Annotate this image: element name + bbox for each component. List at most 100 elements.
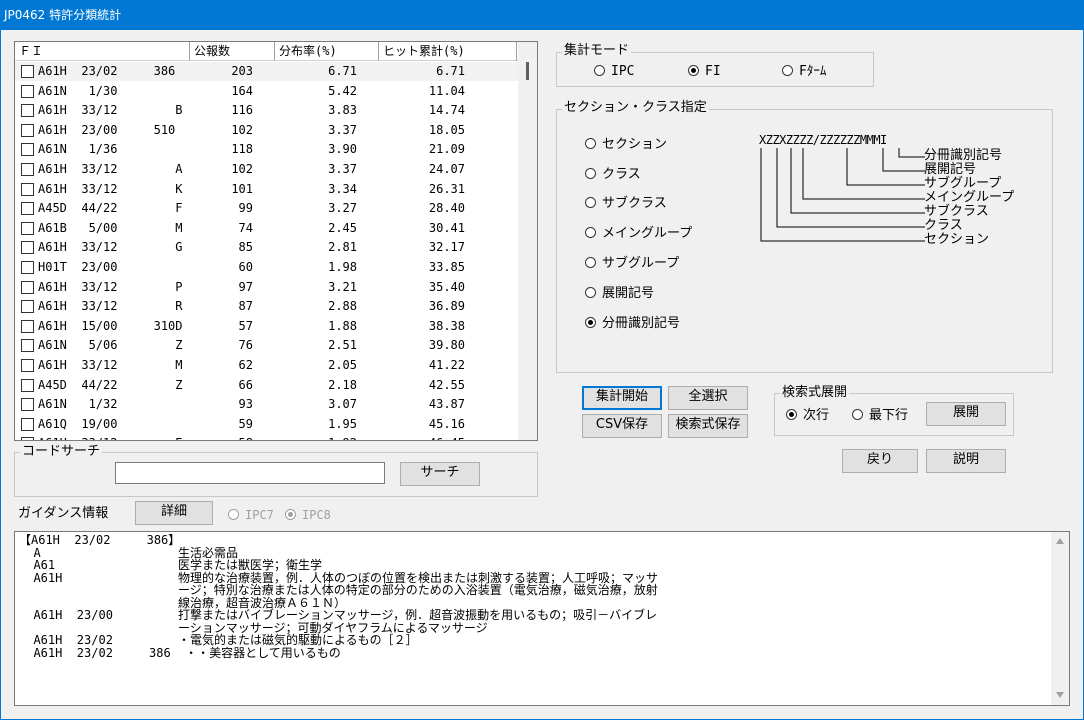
col-rate[interactable]: 分布率(%) bbox=[275, 42, 379, 61]
section-radio-subclass[interactable]: サブクラス bbox=[585, 196, 667, 211]
scroll-down-icon[interactable] bbox=[1056, 692, 1064, 698]
select-all-button[interactable]: 全選択 bbox=[668, 386, 748, 410]
cum-cell: 46.45 bbox=[429, 434, 465, 440]
fi-code: A61H 23/00 510 bbox=[38, 122, 176, 137]
fi-code: A61B 5/00 M bbox=[38, 220, 183, 235]
csv-save-button[interactable]: CSV保存 bbox=[582, 414, 662, 438]
row-checkbox[interactable] bbox=[21, 359, 34, 372]
rate-cell: 3.07 bbox=[328, 397, 357, 412]
row-checkbox[interactable] bbox=[21, 261, 34, 274]
guidance-label: ガイダンス情報 bbox=[18, 506, 109, 521]
help-button[interactable]: 説明 bbox=[926, 449, 1006, 473]
fi-code: A45D 44/22 F bbox=[38, 201, 183, 216]
radio-icon bbox=[594, 65, 605, 76]
section-radio-volume[interactable]: 分冊識別記号 bbox=[585, 316, 680, 331]
count-cell: 164 bbox=[231, 83, 253, 98]
row-checkbox[interactable] bbox=[21, 202, 34, 216]
detail-button[interactable]: 詳細 bbox=[135, 501, 213, 525]
table-row[interactable]: A45D 44/22 F 99 3.27 28.40 bbox=[15, 199, 518, 218]
row-checkbox[interactable] bbox=[21, 65, 34, 78]
table-row[interactable]: A61H 33/12 B 116 3.83 14.74 bbox=[15, 101, 518, 120]
row-checkbox[interactable] bbox=[21, 339, 34, 353]
radio-icon bbox=[228, 509, 239, 520]
table-row[interactable]: A61B 5/00 M 74 2.45 30.41 bbox=[15, 219, 518, 238]
section-radio-section[interactable]: セクション bbox=[585, 137, 667, 152]
row-checkbox[interactable] bbox=[21, 437, 34, 440]
fi-list[interactable]: ＦＩ 公報数 分布率(%) ヒット累計(%) A61H 23/02 386 203… bbox=[14, 41, 538, 441]
row-checkbox[interactable] bbox=[21, 104, 34, 118]
row-checkbox[interactable] bbox=[21, 123, 34, 137]
table-row[interactable]: A61N 5/06 Z 76 2.51 39.80 bbox=[15, 336, 518, 355]
count-cell: 101 bbox=[231, 181, 253, 196]
row-checkbox[interactable] bbox=[21, 398, 34, 412]
start-aggregation-button[interactable]: 集計開始 bbox=[582, 386, 662, 410]
table-row[interactable]: A61H 23/02 386 203 6.71 6.71 bbox=[15, 62, 518, 82]
section-radio-subgroup[interactable]: サブグループ bbox=[585, 256, 679, 271]
fi-code: A61N 1/36 bbox=[38, 142, 118, 157]
table-row[interactable]: A61H 33/12 R 87 2.88 36.89 bbox=[15, 297, 518, 316]
guidance-line: 線治療，超音波治療Ａ６１Ｎ） bbox=[19, 595, 346, 610]
fi-code: A61N 1/32 bbox=[38, 397, 118, 412]
code-search-input[interactable] bbox=[115, 462, 385, 484]
count-cell: 74 bbox=[238, 220, 253, 235]
table-row[interactable]: H01T 23/00 60 1.98 33.85 bbox=[15, 258, 518, 277]
table-row[interactable]: A61H 33/12 A 102 3.37 24.07 bbox=[15, 160, 518, 179]
table-row[interactable]: A61H 33/12 G 85 2.81 32.17 bbox=[15, 238, 518, 257]
scroll-up-icon[interactable] bbox=[1056, 538, 1064, 544]
col-fi[interactable]: ＦＩ bbox=[15, 42, 190, 61]
row-checkbox[interactable] bbox=[21, 319, 34, 333]
table-row[interactable]: A61N 1/32 93 3.07 43.87 bbox=[15, 395, 518, 414]
radio-icon bbox=[585, 287, 596, 298]
section-radio-expansion[interactable]: 展開記号 bbox=[585, 286, 654, 301]
table-row[interactable]: A61H 23/00 510 102 3.37 18.05 bbox=[15, 121, 518, 140]
table-row[interactable]: A61N 1/30 164 5.42 11.04 bbox=[15, 82, 518, 101]
cum-cell: 36.89 bbox=[428, 299, 465, 314]
row-checkbox[interactable] bbox=[21, 84, 34, 98]
cum-cell: 24.07 bbox=[428, 162, 465, 176]
cum-cell: 41.22 bbox=[428, 358, 465, 372]
expand-button[interactable]: 展開 bbox=[926, 402, 1006, 426]
list-scroll-thumb[interactable] bbox=[526, 62, 529, 80]
list-scrollbar[interactable] bbox=[518, 42, 537, 440]
fi-code: A61H 33/12 B bbox=[38, 103, 183, 118]
table-row[interactable]: A61H 33/12 K 101 3.34 26.31 bbox=[15, 180, 518, 199]
table-row[interactable]: A61N 1/36 118 3.90 21.09 bbox=[15, 140, 518, 159]
guidance-textarea[interactable]: 【A61H 23/02 386】 A 生活必需品 A61 医学または獣医学；衛生… bbox=[14, 531, 1070, 706]
table-row[interactable]: A45D 44/22 Z 66 2.18 42.55 bbox=[15, 376, 518, 395]
back-button[interactable]: 戻り bbox=[842, 449, 918, 473]
cum-cell: 28.40 bbox=[428, 201, 465, 216]
mode-ipc-radio[interactable]: IPC bbox=[594, 64, 634, 79]
radio-icon bbox=[585, 197, 596, 208]
row-checkbox[interactable] bbox=[21, 182, 34, 196]
row-checkbox[interactable] bbox=[21, 417, 34, 431]
expand-last-radio[interactable]: 最下行 bbox=[852, 408, 908, 423]
fi-code: H01T 23/00 bbox=[38, 260, 118, 274]
count-cell: 118 bbox=[231, 142, 253, 157]
table-row[interactable]: A61H 33/12 P 97 3.21 35.40 bbox=[15, 278, 518, 297]
mode-fterm-radio[interactable]: Fﾀｰﾑ bbox=[782, 64, 826, 79]
query-expand-legend: 検索式展開 bbox=[780, 385, 850, 400]
row-checkbox[interactable] bbox=[21, 241, 34, 255]
expand-next-radio[interactable]: 次行 bbox=[786, 408, 829, 423]
section-radio-maingroup[interactable]: メイングループ bbox=[585, 226, 692, 241]
row-checkbox[interactable] bbox=[21, 300, 34, 314]
row-checkbox[interactable] bbox=[21, 280, 34, 294]
row-checkbox[interactable] bbox=[21, 143, 34, 157]
diagram-label-expansion: 展開記号 bbox=[924, 162, 977, 177]
guidance-scrollbar[interactable] bbox=[1051, 532, 1069, 705]
row-checkbox[interactable] bbox=[21, 163, 34, 176]
col-count[interactable]: 公報数 bbox=[190, 42, 275, 61]
row-checkbox[interactable] bbox=[21, 221, 34, 235]
cum-cell: 42.55 bbox=[428, 377, 465, 392]
table-row[interactable]: A61H 33/12 M 62 2.05 41.22 bbox=[15, 356, 518, 375]
mode-fi-radio[interactable]: FI bbox=[688, 64, 721, 79]
col-cum[interactable]: ヒット累計(%) bbox=[379, 42, 517, 61]
section-radio-class[interactable]: クラス bbox=[585, 167, 641, 182]
row-checkbox[interactable] bbox=[21, 378, 34, 392]
table-row[interactable]: A61H 33/12 E 58 1.92 46.45 bbox=[15, 434, 518, 440]
table-row[interactable]: A61H 15/00 310D 57 1.88 38.38 bbox=[15, 317, 518, 336]
query-save-button[interactable]: 検索式保存 bbox=[668, 414, 748, 438]
search-button[interactable]: サーチ bbox=[400, 462, 480, 486]
cum-cell: 39.80 bbox=[428, 338, 465, 353]
table-row[interactable]: A61Q 19/00 59 1.95 45.16 bbox=[15, 415, 518, 434]
